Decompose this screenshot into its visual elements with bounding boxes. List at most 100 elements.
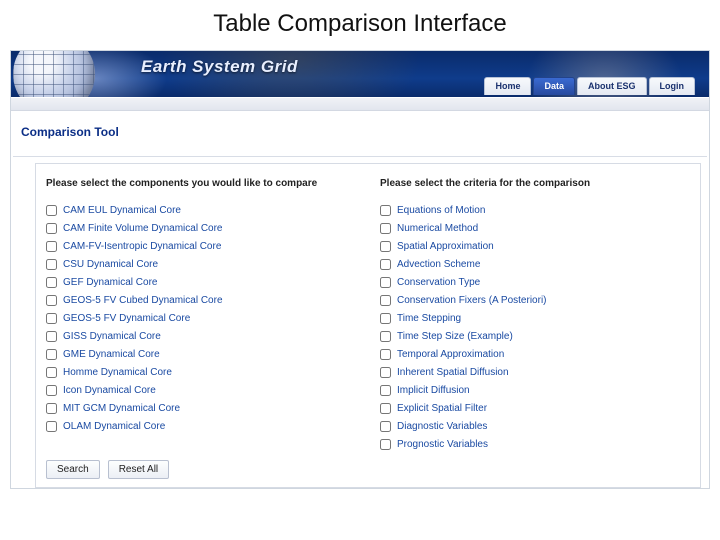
criterion-checkbox[interactable] bbox=[380, 421, 391, 432]
criterion-label[interactable]: Temporal Approximation bbox=[397, 349, 504, 360]
component-row: CSU Dynamical Core bbox=[46, 259, 356, 270]
action-row: Search Reset All bbox=[46, 460, 690, 479]
criterion-label[interactable]: Time Step Size (Example) bbox=[397, 331, 513, 342]
nav-home[interactable]: Home bbox=[484, 77, 531, 95]
primary-nav: Home Data About ESG Login bbox=[484, 77, 695, 95]
component-checkbox[interactable] bbox=[46, 349, 57, 360]
criterion-label[interactable]: Implicit Diffusion bbox=[397, 385, 470, 396]
site-banner: Earth System Grid Home Data About ESG Lo… bbox=[11, 51, 709, 97]
nav-about[interactable]: About ESG bbox=[577, 77, 647, 95]
component-checkbox[interactable] bbox=[46, 259, 57, 270]
component-row: GME Dynamical Core bbox=[46, 349, 356, 360]
criterion-checkbox[interactable] bbox=[380, 295, 391, 306]
reset-button[interactable]: Reset All bbox=[108, 460, 169, 479]
component-checkbox[interactable] bbox=[46, 331, 57, 342]
component-checkbox[interactable] bbox=[46, 367, 57, 378]
component-label[interactable]: CSU Dynamical Core bbox=[63, 259, 158, 270]
component-checkbox[interactable] bbox=[46, 241, 57, 252]
component-row: GEOS-5 FV Dynamical Core bbox=[46, 313, 356, 324]
nav-login[interactable]: Login bbox=[649, 77, 696, 95]
component-label[interactable]: GISS Dynamical Core bbox=[63, 331, 161, 342]
component-label[interactable]: GEOS-5 FV Cubed Dynamical Core bbox=[63, 295, 223, 306]
criterion-row: Time Step Size (Example) bbox=[380, 331, 690, 342]
app-window: Earth System Grid Home Data About ESG Lo… bbox=[10, 50, 710, 489]
component-label[interactable]: GEOS-5 FV Dynamical Core bbox=[63, 313, 190, 324]
criterion-row: Equations of Motion bbox=[380, 205, 690, 216]
component-checkbox[interactable] bbox=[46, 295, 57, 306]
component-label[interactable]: GEF Dynamical Core bbox=[63, 277, 157, 288]
criterion-label[interactable]: Time Stepping bbox=[397, 313, 461, 324]
component-label[interactable]: Icon Dynamical Core bbox=[63, 385, 156, 396]
component-checkbox[interactable] bbox=[46, 277, 57, 288]
components-column: CAM EUL Dynamical Core CAM Finite Volume … bbox=[46, 205, 356, 450]
criterion-row: Inherent Spatial Diffusion bbox=[380, 367, 690, 378]
component-row: CAM EUL Dynamical Core bbox=[46, 205, 356, 216]
component-checkbox[interactable] bbox=[46, 421, 57, 432]
slide-title: Table Comparison Interface bbox=[0, 0, 720, 50]
component-row: OLAM Dynamical Core bbox=[46, 421, 356, 432]
criterion-row: Conservation Type bbox=[380, 277, 690, 288]
globe-icon bbox=[13, 51, 95, 97]
component-checkbox[interactable] bbox=[46, 313, 57, 324]
nav-data[interactable]: Data bbox=[533, 77, 575, 95]
criterion-checkbox[interactable] bbox=[380, 439, 391, 450]
criterion-label[interactable]: Explicit Spatial Filter bbox=[397, 403, 487, 414]
criterion-row: Conservation Fixers (A Posteriori) bbox=[380, 295, 690, 306]
criterion-label[interactable]: Equations of Motion bbox=[397, 205, 485, 216]
divider bbox=[13, 145, 707, 157]
component-label[interactable]: GME Dynamical Core bbox=[63, 349, 160, 360]
criterion-label[interactable]: Advection Scheme bbox=[397, 259, 480, 270]
criterion-checkbox[interactable] bbox=[380, 223, 391, 234]
criterion-checkbox[interactable] bbox=[380, 349, 391, 360]
criterion-row: Prognostic Variables bbox=[380, 439, 690, 450]
criterion-checkbox[interactable] bbox=[380, 241, 391, 252]
criterion-row: Temporal Approximation bbox=[380, 349, 690, 360]
component-row: CAM-FV-Isentropic Dynamical Core bbox=[46, 241, 356, 252]
criterion-checkbox[interactable] bbox=[380, 385, 391, 396]
criterion-checkbox[interactable] bbox=[380, 277, 391, 288]
criterion-label[interactable]: Prognostic Variables bbox=[397, 439, 488, 450]
component-label[interactable]: MIT GCM Dynamical Core bbox=[63, 403, 180, 414]
criterion-row: Numerical Method bbox=[380, 223, 690, 234]
criterion-row: Advection Scheme bbox=[380, 259, 690, 270]
component-checkbox[interactable] bbox=[46, 385, 57, 396]
criterion-label[interactable]: Spatial Approximation bbox=[397, 241, 494, 252]
components-header: Please select the components you would l… bbox=[46, 178, 356, 189]
criterion-label[interactable]: Diagnostic Variables bbox=[397, 421, 487, 432]
component-row: GEOS-5 FV Cubed Dynamical Core bbox=[46, 295, 356, 306]
component-row: Icon Dynamical Core bbox=[46, 385, 356, 396]
criterion-row: Implicit Diffusion bbox=[380, 385, 690, 396]
criterion-label[interactable]: Inherent Spatial Diffusion bbox=[397, 367, 509, 378]
criterion-checkbox[interactable] bbox=[380, 331, 391, 342]
component-label[interactable]: CAM-FV-Isentropic Dynamical Core bbox=[63, 241, 221, 252]
criterion-checkbox[interactable] bbox=[380, 403, 391, 414]
page-title: Comparison Tool bbox=[11, 111, 709, 145]
component-checkbox[interactable] bbox=[46, 223, 57, 234]
criterion-row: Explicit Spatial Filter bbox=[380, 403, 690, 414]
criterion-row: Time Stepping bbox=[380, 313, 690, 324]
criterion-row: Diagnostic Variables bbox=[380, 421, 690, 432]
criterion-label[interactable]: Conservation Fixers (A Posteriori) bbox=[397, 295, 547, 306]
component-row: GEF Dynamical Core bbox=[46, 277, 356, 288]
component-label[interactable]: CAM Finite Volume Dynamical Core bbox=[63, 223, 223, 234]
comparison-panel: Please select the components you would l… bbox=[35, 163, 701, 488]
site-brand: Earth System Grid bbox=[141, 57, 298, 77]
component-label[interactable]: Homme Dynamical Core bbox=[63, 367, 172, 378]
criterion-label[interactable]: Conservation Type bbox=[397, 277, 480, 288]
component-row: Homme Dynamical Core bbox=[46, 367, 356, 378]
column-headers: Please select the components you would l… bbox=[46, 178, 690, 189]
search-button[interactable]: Search bbox=[46, 460, 100, 479]
component-checkbox[interactable] bbox=[46, 205, 57, 216]
criterion-checkbox[interactable] bbox=[380, 205, 391, 216]
component-label[interactable]: OLAM Dynamical Core bbox=[63, 421, 165, 432]
criterion-row: Spatial Approximation bbox=[380, 241, 690, 252]
component-row: CAM Finite Volume Dynamical Core bbox=[46, 223, 356, 234]
criterion-checkbox[interactable] bbox=[380, 313, 391, 324]
criterion-label[interactable]: Numerical Method bbox=[397, 223, 478, 234]
criteria-column: Equations of Motion Numerical Method Spati… bbox=[380, 205, 690, 450]
criterion-checkbox[interactable] bbox=[380, 367, 391, 378]
component-row: MIT GCM Dynamical Core bbox=[46, 403, 356, 414]
criterion-checkbox[interactable] bbox=[380, 259, 391, 270]
component-checkbox[interactable] bbox=[46, 403, 57, 414]
component-label[interactable]: CAM EUL Dynamical Core bbox=[63, 205, 181, 216]
